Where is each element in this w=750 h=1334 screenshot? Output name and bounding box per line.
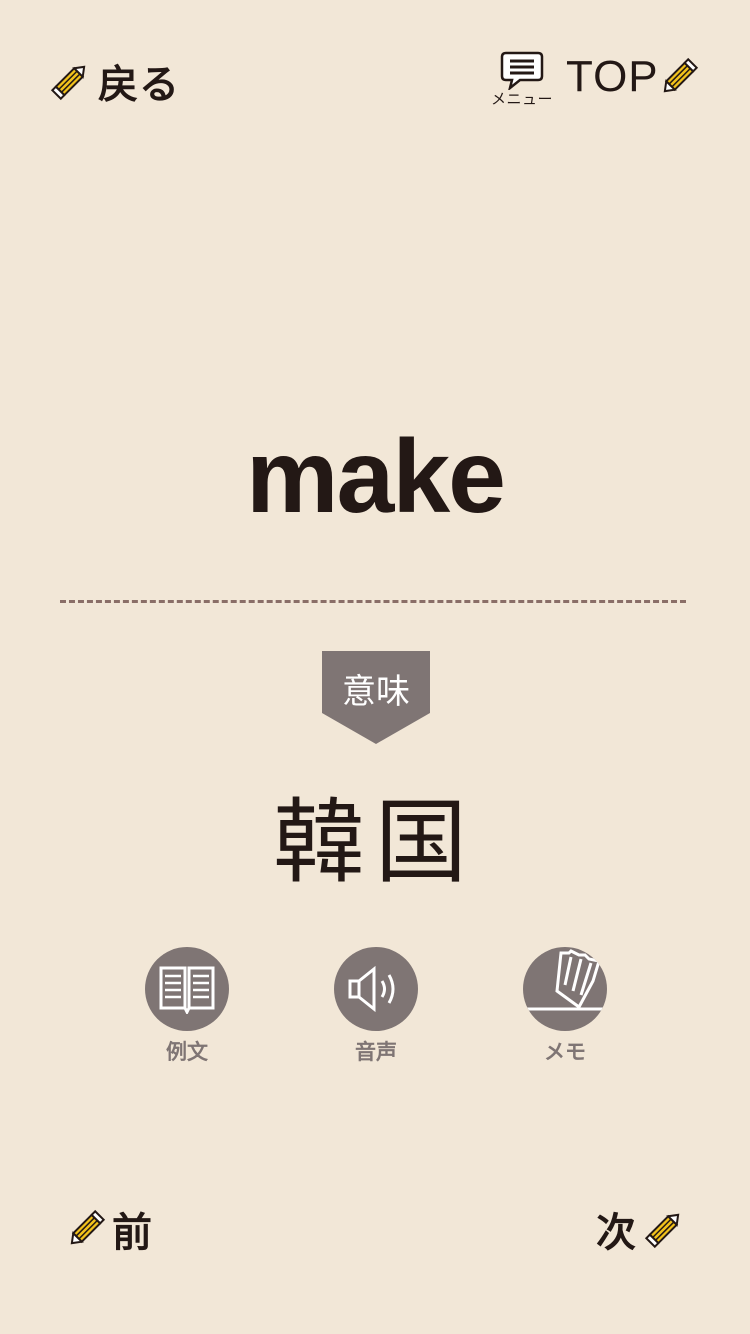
pencil-icon — [663, 57, 698, 93]
top-button[interactable]: TOP — [566, 52, 699, 102]
example-sentence-button[interactable]: 例文 — [142, 947, 232, 1066]
vocabulary-word: make — [246, 419, 506, 535]
menu-label: メニュー — [490, 90, 553, 108]
prev-label: 前 — [112, 1210, 152, 1256]
memo-button[interactable]: メモ — [520, 947, 610, 1066]
prev-button[interactable]: 前 — [66, 1200, 152, 1258]
pencil-icon — [70, 1209, 106, 1245]
book-icon — [159, 966, 215, 1014]
memo-label: メモ — [544, 1040, 586, 1064]
next-button[interactable]: 次 — [596, 1200, 684, 1258]
next-label: 次 — [596, 1210, 636, 1256]
audio-button[interactable]: 音声 — [331, 947, 421, 1066]
meaning-badge-label: 意味 — [342, 672, 410, 712]
back-button[interactable]: 戻る — [50, 52, 180, 110]
example-sentence-label: 例文 — [166, 1040, 208, 1064]
pencil-icon — [50, 65, 86, 101]
top-label: TOP — [566, 52, 659, 101]
pencil-memo-icon — [523, 949, 607, 1011]
back-label: 戻る — [98, 62, 180, 108]
menu-button[interactable]: メニュー — [490, 50, 554, 109]
audio-label: 音声 — [355, 1040, 397, 1064]
divider — [60, 600, 686, 603]
speaker-icon — [348, 965, 395, 1013]
chat-bubble-icon — [500, 51, 544, 90]
pencil-icon — [644, 1213, 680, 1249]
meaning-text: 韓国 — [272, 789, 477, 896]
